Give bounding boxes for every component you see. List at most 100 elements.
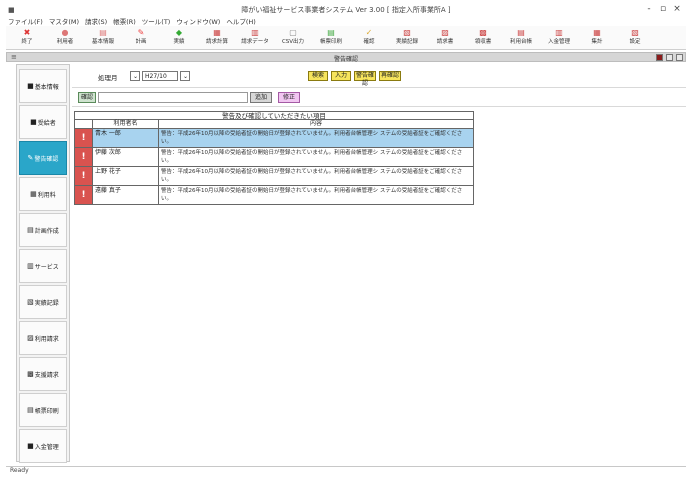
toolbar-user-button[interactable]: ● 利用者 [48,28,82,48]
sidebar-item-service[interactable]: ▥ サービス [19,249,67,283]
toolbar-basic-button[interactable]: ▤ 基本情報 [86,28,120,48]
toolbar-chart-button[interactable]: ▦ 集計 [580,28,614,48]
pay-icon: ▥ [555,28,563,37]
toolbar-settings-button[interactable]: ▧ 設定 [618,28,652,48]
confirm-button[interactable]: 確認 [78,92,96,103]
toolbar-check-button[interactable]: ✓ 確認 [352,28,386,48]
title-bar: ■ 障がい福祉サービス事業者システム Ver 3.00 [ 指定入所事業所A ]… [6,4,686,16]
maximize-button[interactable]: ▫ [656,4,670,14]
menu-tools[interactable]: ツール(T) [142,16,171,26]
toolbar-record-button[interactable]: ◆ 実績 [162,28,196,48]
sidebar-item-record[interactable]: ▧ 実績記録 [19,285,67,319]
output-icon: ▢ [289,28,297,37]
row-message: 警告：平成26年10月以降の受給者証の開始日が登録されていません。利用者台帳管理… [161,131,463,145]
print-icon: ▤ [27,406,34,414]
table-row[interactable]: ! 遠藤 真子 警告：平成26年10月以降の受給者証の開始日が登録されていません… [74,186,474,205]
warning-table: 警告及び確認していただきたい項目 利用者名 内容 ! 青木 一郎 警告：平成26… [74,111,474,205]
warning-icon: ! [75,167,93,185]
filter-row: 処理月 ⌄ H27/10 ⌄ 検索 入力 警告確認 再確認 [72,66,686,88]
menu-billing[interactable]: 請求(S) [85,16,107,26]
print-icon: ▤ [327,28,335,37]
toolbar-data-button[interactable]: ▥ 請求データ [238,28,272,48]
add-button[interactable]: 追加 [250,92,272,103]
report-icon: ▧ [403,28,411,37]
menu-help[interactable]: ヘルプ(H) [226,16,255,26]
exit-icon: ✖ [23,28,31,37]
panel-header: ≡ 警告確認 [6,52,686,63]
sidebar-item-basic[interactable]: ■ 基本情報 [19,69,67,103]
minimize-button[interactable]: - [642,4,656,14]
month-label: 処理月 [98,74,118,82]
panel-title: 警告確認 [333,56,358,63]
action-row: 確認 追加 修正 [72,89,686,107]
chart-icon: ▦ [593,28,601,37]
plan-icon: ✎ [137,28,145,37]
bill-icon: ▨ [27,334,34,342]
status-bar: Ready [6,466,686,476]
toolbar-invoice-button[interactable]: ▨ 請求書 [428,28,462,48]
warning-icon: ! [75,129,93,147]
sidebar-item-recipient[interactable]: ■ 受給者 [19,105,67,139]
era-dropdown-icon[interactable]: ⌄ [130,71,140,81]
warning-check-button[interactable]: 警告確認 [354,71,376,87]
toolbar-csv-button[interactable]: ▢ CSV出力 [276,28,310,48]
sidebar-item-warning[interactable]: ✎ 警告確認 [19,141,67,175]
table-header: 利用者名 内容 [74,120,474,129]
record-icon: ▧ [27,298,34,306]
row-name: 伊藤 次郎 [93,148,159,166]
toolbar-pay-button[interactable]: ▥ 入金管理 [542,28,576,48]
doc-icon: ▤ [27,226,34,234]
check-icon: ✎ [27,154,34,162]
header-name: 利用者名 [93,120,159,128]
sidebar-item-support-bill[interactable]: ▩ 支援請求 [19,357,67,391]
calc-icon: ▦ [30,190,37,198]
confirm-field[interactable] [98,92,248,103]
menu-window[interactable]: ウィンドウ(W) [176,16,220,26]
sidebar-item-payment[interactable]: ■ 入金管理 [19,429,67,463]
menu-file[interactable]: ファイル(F) [8,16,43,26]
header-icon-col [75,120,93,128]
sidebar-item-plan[interactable]: ▤ 計画作成 [19,213,67,247]
check-icon: ✓ [365,28,373,37]
row-name: 上野 花子 [93,167,159,185]
close-button[interactable]: × [670,4,684,14]
edit-button[interactable]: 修正 [278,92,300,103]
toolbar-receipt-button[interactable]: ▩ 領収書 [466,28,500,48]
warning-icon: ! [75,186,93,204]
calc-icon: ▦ [213,28,221,37]
row-message: 警告：平成26年10月以降の受給者証の開始日が登録されていません。利用者台帳管理… [161,150,463,164]
search-button[interactable]: 検索 [308,71,328,81]
menu-master[interactable]: マスタ(M) [49,16,79,26]
input-button[interactable]: 入力 [331,71,351,81]
panel-close-button[interactable] [676,54,683,61]
sidebar: ■ 基本情報 ■ 受給者 ✎ 警告確認 ▦ 利用料 ▤ 計画作成 ▥ サービス ▧ 実績記録 … [16,64,70,463]
sidebar-item-fee[interactable]: ▦ 利用料 [19,177,67,211]
menu-report[interactable]: 帳票(R) [113,16,136,26]
user-icon: ● [61,28,69,37]
toolbar-calc-button[interactable]: ▦ 請求計算 [200,28,234,48]
invoice-icon: ▨ [441,28,449,37]
book-icon: ▤ [517,28,525,37]
receipt-icon: ▩ [479,28,487,37]
month-dropdown-icon[interactable]: ⌄ [180,71,190,81]
sidebar-item-print[interactable]: ▤ 帳票印刷 [19,393,67,427]
row-message: 警告：平成26年10月以降の受給者証の開始日が登録されていません。利用者台帳管理… [161,188,463,202]
toolbar-plan-button[interactable]: ✎ 計画 [124,28,158,48]
table-row[interactable]: ! 伊藤 次郎 警告：平成26年10月以降の受給者証の開始日が登録されていません… [74,148,474,167]
service-icon: ▥ [27,262,34,270]
panel-restore-button[interactable] [666,54,673,61]
recheck-button[interactable]: 再確認 [379,71,401,81]
menu-bar: ファイル(F) マスタ(M) 請求(S) 帳票(R) ツール(T) ウィンドウ(… [6,16,686,26]
sidebar-item-usage-bill[interactable]: ▨ 利用請求 [19,321,67,355]
toolbar-report-button[interactable]: ▧ 実績記録 [390,28,424,48]
toolbar-book-button[interactable]: ▤ 利用台帳 [504,28,538,48]
table-row[interactable]: ! 上野 花子 警告：平成26年10月以降の受給者証の開始日が登録されていません… [74,167,474,186]
window-title: 障がい福祉サービス事業者システム Ver 3.00 [ 指定入所事業所A ] [241,6,451,14]
toolbar-exit-button[interactable]: ✖ 終了 [10,28,44,48]
table-row[interactable]: ! 青木 一郎 警告：平成26年10月以降の受給者証の開始日が登録されていません… [74,129,474,148]
home-icon: ■ [27,82,34,90]
more-icon: ▧ [631,28,639,37]
toolbar-print-button[interactable]: ▤ 帳票印刷 [314,28,348,48]
invoice-icon: ▩ [27,370,34,378]
month-input[interactable]: H27/10 [142,71,178,81]
